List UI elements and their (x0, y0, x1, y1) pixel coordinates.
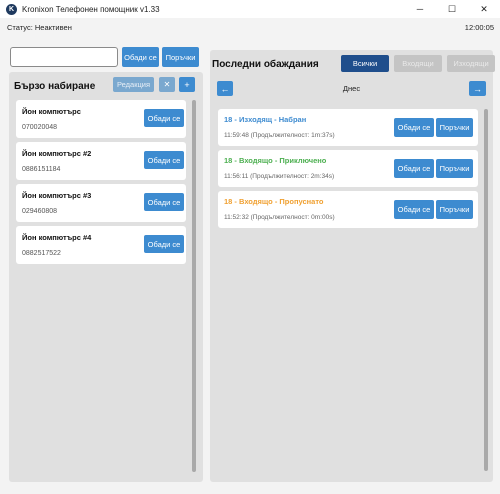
contact-call-button[interactable]: Обади се (144, 235, 184, 253)
speed-dial-panel: Бързо набиране Редакция ✕ + Йон компютър… (9, 72, 203, 482)
add-icon[interactable]: + (179, 77, 195, 92)
window-controls: ─ ☐ ✕ (404, 0, 500, 18)
call-filter-tabs: Всички Входящи Изходящи (341, 55, 495, 72)
call-button[interactable]: Обади се (122, 47, 159, 67)
recent-calls-title: Последни обаждания (212, 59, 319, 70)
call-orders-button[interactable]: Поръчки (436, 200, 473, 219)
speed-dial-title: Бързо набиране (14, 81, 96, 92)
call-orders-button[interactable]: Поръчки (436, 118, 473, 137)
title-bar: K Kronixon Телефонен помощник v1.33 ─ ☐ … (0, 0, 500, 18)
clock: 12:00:05 (464, 22, 494, 32)
contact-name: Йон компютърс #3 (22, 191, 92, 200)
phone-number-input[interactable] (10, 47, 118, 67)
tab-outgoing[interactable]: Изходящи (447, 55, 495, 72)
contact-phone: 029460808 (22, 208, 58, 215)
call-meta: 11:59:48 (Продължителност: 1m:37s) (224, 132, 335, 139)
remove-icon[interactable]: ✕ (159, 77, 175, 92)
contact-name: Йон компютърс #4 (22, 233, 92, 242)
day-navigation: ← Днес → (210, 80, 493, 98)
recent-calls-scrollbar[interactable] (484, 109, 488, 471)
status-text: Статус: Неактивен (7, 22, 72, 32)
tab-incoming[interactable]: Входящи (394, 55, 442, 72)
dial-row: Обади се Поръчки (10, 47, 199, 67)
contact-phone: 070020048 (22, 124, 58, 131)
contact-card: Йон компютърс #4 0882517522 Обади се (16, 226, 186, 264)
maximize-icon[interactable]: ☐ (436, 0, 468, 18)
call-title: 18 - Входящо - Пропуснато (224, 197, 324, 206)
minimize-icon[interactable]: ─ (404, 0, 436, 18)
contact-call-button[interactable]: Обади се (144, 109, 184, 127)
tab-all[interactable]: Всички (341, 55, 389, 72)
call-entry: 18 - Входящо - Приключено 11:56:11 (Прод… (218, 150, 478, 187)
contact-phone: 0882517522 (22, 250, 61, 257)
contact-name: Йон компютърс #2 (22, 149, 92, 158)
call-back-button[interactable]: Обади се (394, 159, 434, 178)
call-meta: 11:56:11 (Продължителност: 2m:34s) (224, 173, 335, 180)
edit-button[interactable]: Редакция (113, 77, 154, 92)
call-title: 18 - Входящо - Приключено (224, 156, 327, 165)
call-back-button[interactable]: Обади се (394, 118, 434, 137)
call-title: 18 - Изходящ - Набран (224, 115, 307, 124)
recent-calls-panel: Последни обаждания Всички Входящи Изходя… (210, 50, 495, 482)
contact-call-button[interactable]: Обади се (144, 151, 184, 169)
contact-card: Йон компютърс #2 0886151184 Обади се (16, 142, 186, 180)
app-logo-icon: K (6, 3, 17, 15)
speed-dial-scrollbar[interactable] (192, 100, 196, 472)
day-label: Днес (342, 84, 361, 93)
contact-card: Йон компютърс 070020048 Обади се (16, 100, 186, 138)
orders-button[interactable]: Поръчки (162, 47, 199, 67)
contact-card: Йон компютърс #3 029460808 Обади се (16, 184, 186, 222)
contact-name: Йон компютърс (22, 107, 81, 116)
call-entry: 18 - Изходящ - Набран 11:59:48 (Продължи… (218, 109, 478, 146)
contact-call-button[interactable]: Обади се (144, 193, 184, 211)
call-entry: 18 - Входящо - Пропуснато 11:52:32 (Прод… (218, 191, 478, 228)
arrow-right-icon[interactable]: → (469, 81, 486, 96)
call-meta: 11:52:32 (Продължителност: 0m:00s) (224, 214, 335, 221)
close-icon[interactable]: ✕ (468, 0, 500, 18)
speed-dial-list: Йон компютърс 070020048 Обади се Йон ком… (16, 100, 186, 268)
contact-phone: 0886151184 (22, 166, 61, 173)
recent-calls-list: 18 - Изходящ - Набран 11:59:48 (Продължи… (218, 109, 478, 232)
status-bar: Статус: Неактивен 12:00:05 (0, 18, 500, 36)
call-orders-button[interactable]: Поръчки (436, 159, 473, 178)
call-back-button[interactable]: Обади се (394, 200, 434, 219)
window-title: Kronixon Телефонен помощник v1.33 (22, 4, 160, 14)
